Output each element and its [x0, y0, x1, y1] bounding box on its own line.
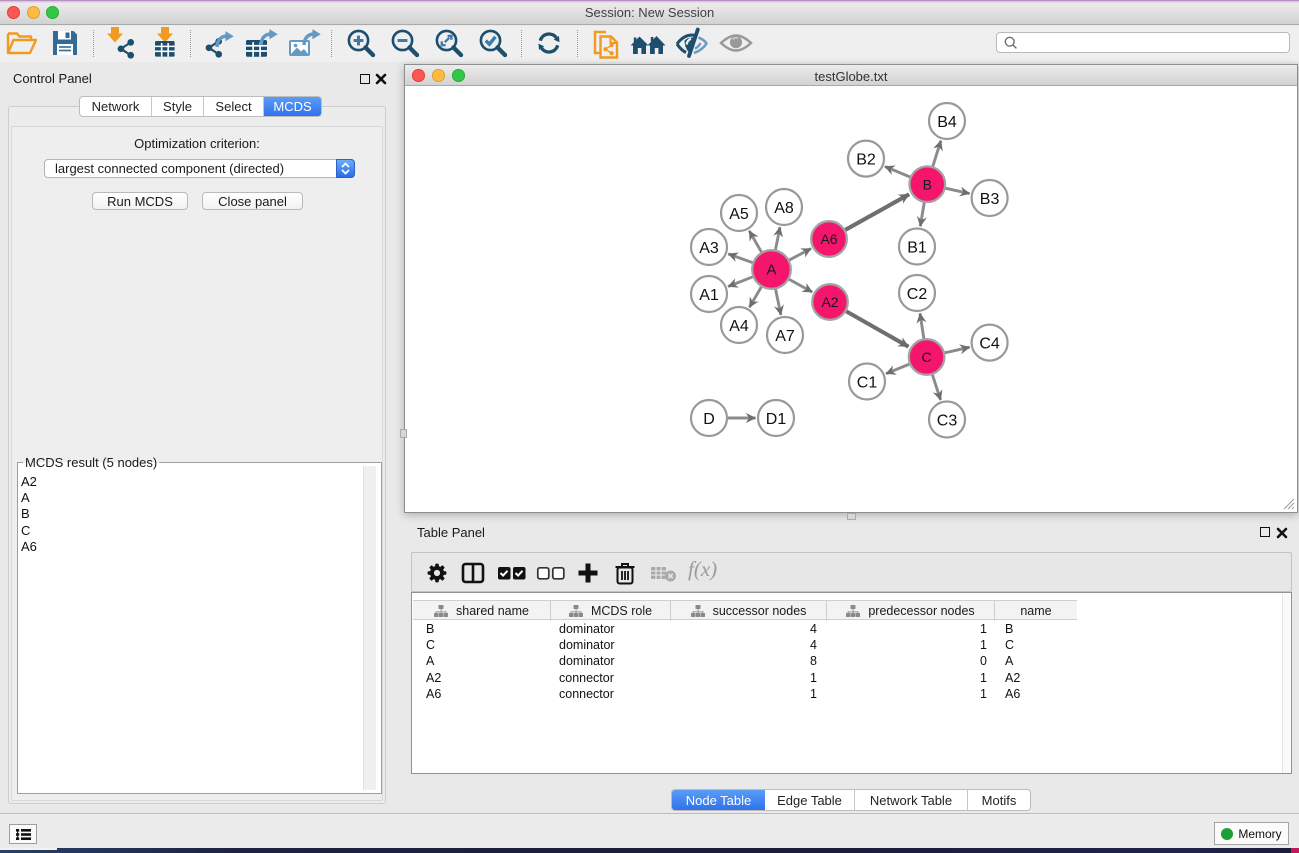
svg-text:C4: C4	[979, 335, 1000, 352]
svg-text:C: C	[922, 349, 932, 365]
svg-text:B2: B2	[856, 151, 876, 168]
svg-text:A3: A3	[699, 240, 719, 257]
svg-text:A5: A5	[729, 206, 749, 223]
svg-text:B4: B4	[937, 114, 957, 131]
svg-text:D: D	[703, 411, 715, 428]
svg-text:B: B	[923, 176, 932, 192]
svg-text:A2: A2	[821, 294, 838, 310]
svg-text:A8: A8	[774, 200, 794, 217]
svg-text:A1: A1	[699, 287, 719, 304]
svg-text:B3: B3	[980, 191, 1000, 208]
svg-text:A: A	[766, 262, 776, 279]
svg-text:A7: A7	[775, 328, 795, 345]
svg-text:C2: C2	[907, 286, 928, 303]
svg-text:B1: B1	[907, 239, 927, 256]
svg-text:D1: D1	[766, 411, 787, 428]
svg-text:A4: A4	[729, 318, 749, 335]
svg-text:C1: C1	[857, 374, 878, 391]
svg-text:C3: C3	[937, 412, 958, 429]
svg-text:A6: A6	[820, 231, 837, 247]
